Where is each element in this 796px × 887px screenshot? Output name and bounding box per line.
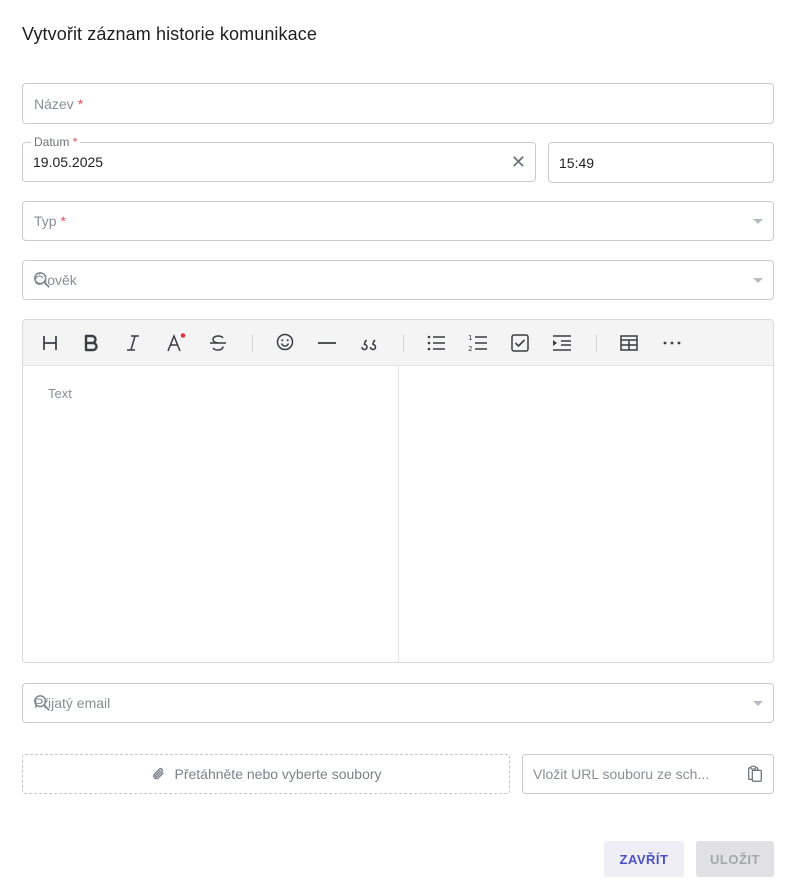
- file-dropzone[interactable]: Přetáhněte nebo vyberte soubory: [22, 754, 510, 794]
- person-placeholder: Člověk: [34, 272, 77, 288]
- paste-icon[interactable]: [746, 765, 764, 783]
- heading-icon[interactable]: [38, 331, 62, 355]
- svg-text:2: 2: [468, 345, 472, 353]
- time-field[interactable]: 15:49: [548, 142, 774, 183]
- required-mark: *: [77, 95, 84, 112]
- dialog-title: Vytvořit záznam historie komunikace: [22, 24, 317, 44]
- save-button[interactable]: ULOŽIT: [696, 841, 774, 877]
- quote-icon[interactable]: [357, 331, 381, 355]
- bullet-list-icon[interactable]: [424, 331, 448, 355]
- strikethrough-icon[interactable]: [206, 331, 230, 355]
- file-url-placeholder: Vložit URL souboru ze sch...: [533, 766, 710, 782]
- task-list-icon[interactable]: [508, 331, 532, 355]
- date-value: 19.05.2025: [33, 154, 104, 170]
- toolbar-divider: [403, 334, 404, 352]
- required-mark: *: [60, 213, 66, 229]
- horizontal-line-icon[interactable]: [315, 331, 339, 355]
- numbered-list-icon[interactable]: 12: [466, 331, 490, 355]
- toolbar-divider: [596, 334, 597, 352]
- svg-text:1: 1: [468, 334, 472, 342]
- name-field[interactable]: Název *: [22, 83, 774, 124]
- type-select[interactable]: Typ *: [22, 201, 774, 241]
- name-label: Název *: [34, 95, 84, 112]
- chevron-down-icon: [753, 219, 763, 224]
- chevron-down-icon: [753, 701, 763, 706]
- rich-text-editor: 12 Text: [22, 319, 774, 663]
- editor-preview-pane: [400, 366, 773, 662]
- required-mark: *: [72, 135, 78, 149]
- received-email-placeholder: Přijatý email: [34, 695, 111, 711]
- more-icon[interactable]: [660, 331, 684, 355]
- dropzone-label: Přetáhněte nebo vyberte soubory: [174, 766, 382, 782]
- text-color-icon[interactable]: [164, 331, 188, 355]
- date-field[interactable]: Datum * 19.05.2025 ✕: [22, 135, 536, 182]
- editor-toolbar: 12: [23, 320, 773, 366]
- editor-placeholder: Text: [48, 386, 72, 401]
- close-button[interactable]: ZAVŘÍT: [604, 841, 684, 877]
- indent-icon[interactable]: [550, 331, 574, 355]
- editor-input-pane[interactable]: Text: [23, 366, 399, 662]
- clear-icon[interactable]: ✕: [511, 153, 526, 171]
- toolbar-divider: [252, 334, 253, 352]
- paperclip-icon: [153, 768, 165, 780]
- type-label: Typ *: [34, 213, 66, 229]
- italic-icon[interactable]: [121, 331, 145, 355]
- date-label: Datum *: [31, 135, 81, 149]
- person-select[interactable]: Člověk: [22, 260, 774, 300]
- table-icon[interactable]: [617, 331, 641, 355]
- file-url-input[interactable]: Vložit URL souboru ze sch...: [522, 754, 774, 794]
- received-email-select[interactable]: Přijatý email: [22, 683, 774, 723]
- chevron-down-icon: [753, 278, 763, 283]
- emoji-icon[interactable]: [273, 331, 297, 355]
- time-value: 15:49: [559, 154, 595, 171]
- bold-icon[interactable]: [79, 331, 103, 355]
